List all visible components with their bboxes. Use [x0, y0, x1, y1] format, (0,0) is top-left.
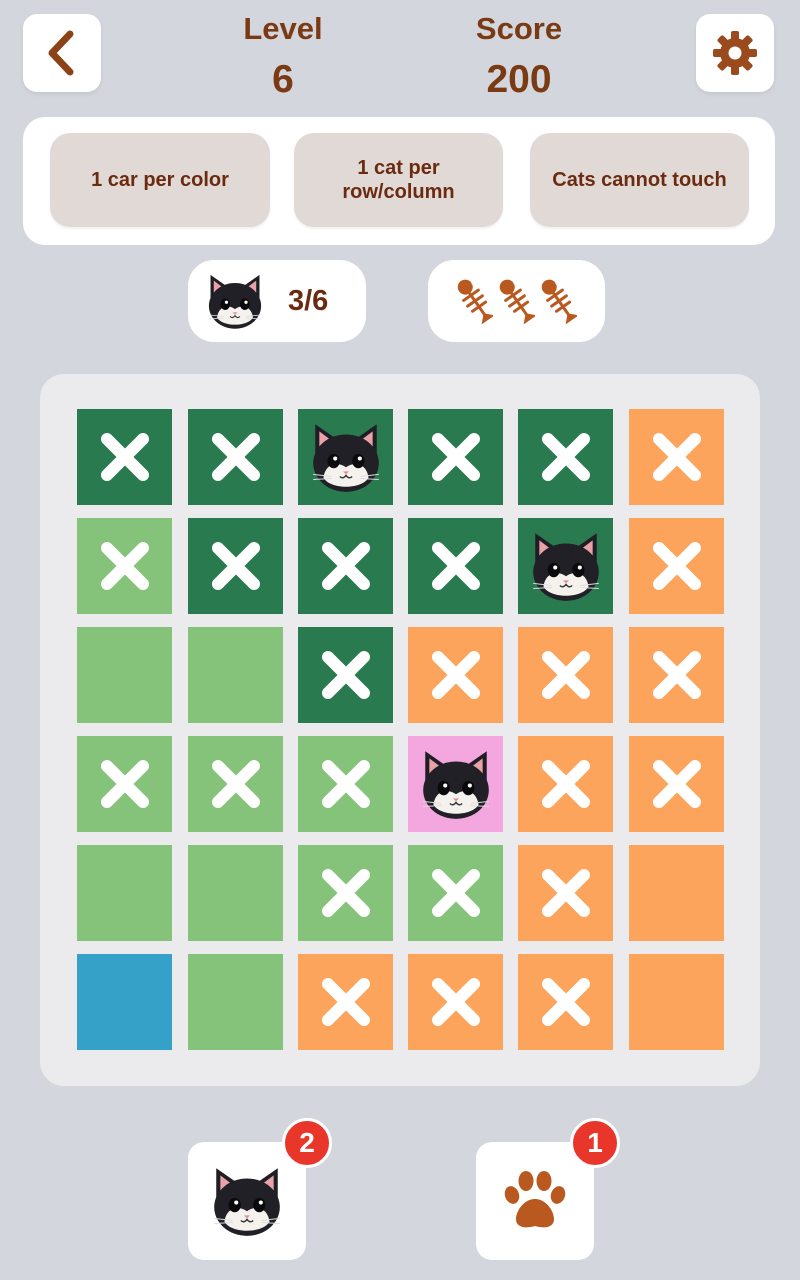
board-cell-r3-c6[interactable]: [629, 627, 724, 723]
rules-panel: 1 car per color 1 cat per row/column Cat…: [23, 117, 775, 245]
board-cell-r5-c6[interactable]: [629, 845, 724, 941]
score-value: 200: [486, 58, 552, 101]
board-cell-r5-c4[interactable]: [408, 845, 503, 941]
cross-mark-icon: [541, 651, 590, 699]
cat-face-icon: [415, 745, 497, 823]
paw-hint-button[interactable]: 1: [476, 1118, 620, 1260]
board-cell-r4-c1[interactable]: [77, 736, 172, 832]
board-cell-r4-c3[interactable]: [298, 736, 393, 832]
cross-mark-icon: [652, 542, 701, 590]
board-cell-r3-c5[interactable]: [518, 627, 613, 723]
chevron-left-icon: [48, 30, 74, 76]
board-cell-r4-c4[interactable]: [408, 736, 503, 832]
cats-progress-pill: 3/6: [188, 260, 366, 342]
board-cell-r4-c2[interactable]: [188, 736, 283, 832]
fish-bone-icon: [457, 276, 493, 326]
cross-mark-icon: [321, 760, 370, 808]
cross-mark-icon: [100, 760, 149, 808]
rule-text: Cats cannot touch: [552, 169, 727, 191]
cat-face-icon: [525, 527, 607, 605]
board-cell-r1-c3[interactable]: [298, 409, 393, 505]
level-label: Level: [243, 11, 323, 46]
board-cell-r3-c2[interactable]: [188, 627, 283, 723]
lives-pill: [428, 260, 605, 342]
cross-mark-icon: [541, 978, 590, 1026]
cross-mark-icon: [321, 651, 370, 699]
rule-text-line1: 1 cat per: [357, 157, 440, 179]
cross-mark-icon: [541, 760, 590, 808]
level-display: Level 6: [193, 12, 373, 102]
board-cell-r6-c6[interactable]: [629, 954, 724, 1050]
back-button[interactable]: [23, 14, 101, 92]
level-value: 6: [272, 58, 294, 101]
cat-face-icon: [206, 1162, 288, 1240]
board-cell-r2-c1[interactable]: [77, 518, 172, 614]
cross-mark-icon: [652, 760, 701, 808]
board-cell-r1-c1[interactable]: [77, 409, 172, 505]
board-cell-r5-c3[interactable]: [298, 845, 393, 941]
cross-mark-icon: [541, 869, 590, 917]
score-label: Score: [475, 11, 563, 46]
board-cell-r1-c4[interactable]: [408, 409, 503, 505]
score-display: Score 200: [429, 12, 609, 102]
cross-mark-icon: [211, 760, 260, 808]
board-cell-r2-c2[interactable]: [188, 518, 283, 614]
board-cell-r6-c1[interactable]: [77, 954, 172, 1050]
board-cell-r6-c4[interactable]: [408, 954, 503, 1050]
board-cell-r2-c5[interactable]: [518, 518, 613, 614]
place-cat-hint-button[interactable]: 2: [188, 1118, 332, 1260]
cat-face-icon: [305, 418, 387, 496]
board-cell-r6-c3[interactable]: [298, 954, 393, 1050]
rule-text: 1 car per color: [91, 169, 229, 191]
board-cell-r1-c5[interactable]: [518, 409, 613, 505]
board-cell-r3-c1[interactable]: [77, 627, 172, 723]
cross-mark-icon: [100, 433, 149, 481]
board-cell-r5-c5[interactable]: [518, 845, 613, 941]
paw-icon: [504, 1171, 566, 1228]
rule-no-touching: Cats cannot touch: [530, 133, 749, 227]
rule-one-per-row-column: 1 cat per row/column: [294, 133, 503, 227]
board-cell-r4-c6[interactable]: [629, 736, 724, 832]
cross-mark-icon: [211, 542, 260, 590]
board-cell-r5-c2[interactable]: [188, 845, 283, 941]
cross-mark-icon: [321, 542, 370, 590]
rule-text-line2: row/column: [342, 181, 455, 203]
gear-icon: [713, 31, 757, 75]
cross-mark-icon: [652, 651, 701, 699]
cats-placed-count: 3/6: [288, 284, 329, 317]
board-cell-r2-c3[interactable]: [298, 518, 393, 614]
board-cell-r1-c2[interactable]: [188, 409, 283, 505]
board-cell-r2-c6[interactable]: [629, 518, 724, 614]
board-cell-r5-c1[interactable]: [77, 845, 172, 941]
cat-hint-count-badge: 2: [282, 1118, 332, 1168]
cross-mark-icon: [431, 542, 480, 590]
cross-mark-icon: [541, 433, 590, 481]
board-cell-r6-c2[interactable]: [188, 954, 283, 1050]
board-cell-r1-c6[interactable]: [629, 409, 724, 505]
board-cell-r2-c4[interactable]: [408, 518, 503, 614]
cross-mark-icon: [431, 433, 480, 481]
game-board: [40, 374, 760, 1086]
cross-mark-icon: [321, 978, 370, 1026]
paw-hint-count-badge: 1: [570, 1118, 620, 1168]
cross-mark-icon: [211, 433, 260, 481]
cross-mark-icon: [652, 433, 701, 481]
board-cell-r3-c3[interactable]: [298, 627, 393, 723]
cross-mark-icon: [431, 651, 480, 699]
fish-bone-icon: [541, 276, 577, 326]
cat-face-icon: [202, 270, 268, 332]
cross-mark-icon: [431, 978, 480, 1026]
fish-bone-icon: [499, 276, 535, 326]
cross-mark-icon: [431, 869, 480, 917]
settings-button[interactable]: [696, 14, 774, 92]
cross-mark-icon: [321, 869, 370, 917]
rule-one-per-color: 1 car per color: [50, 133, 270, 227]
board-cell-r6-c5[interactable]: [518, 954, 613, 1050]
board-cell-r3-c4[interactable]: [408, 627, 503, 723]
board-cell-r4-c5[interactable]: [518, 736, 613, 832]
cross-mark-icon: [100, 542, 149, 590]
